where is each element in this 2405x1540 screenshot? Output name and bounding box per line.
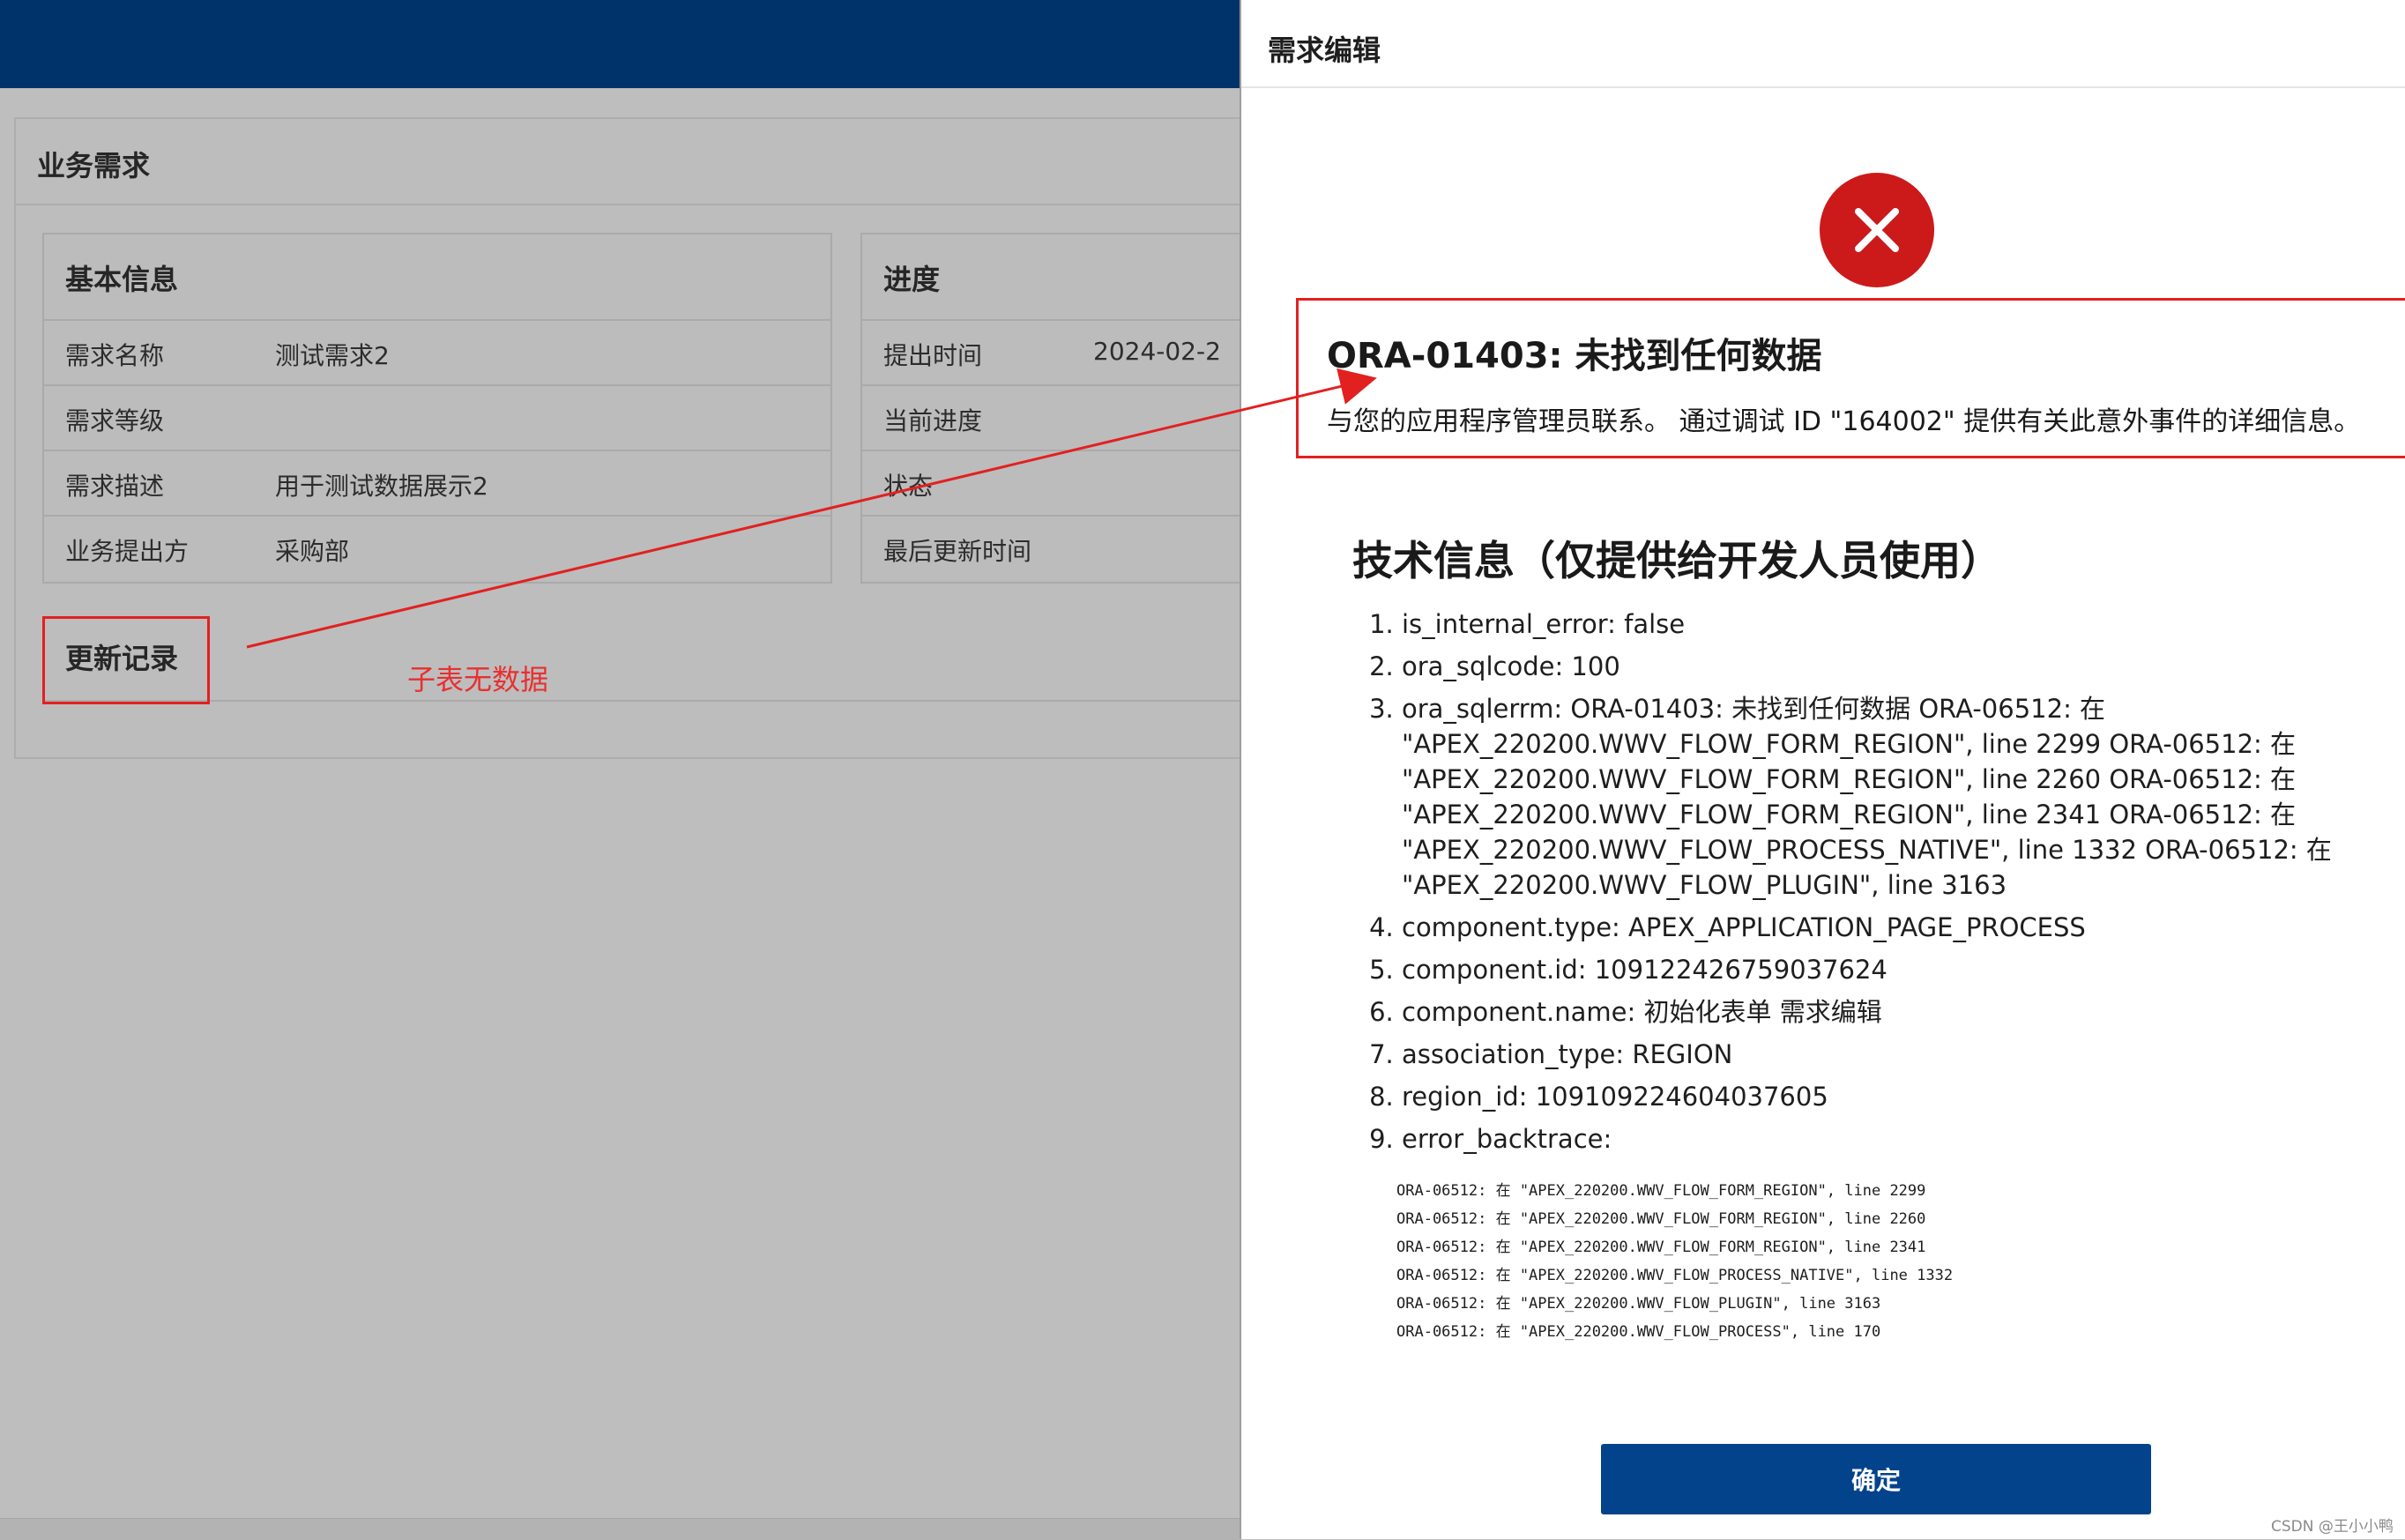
annotation-arrow	[246, 368, 1377, 649]
